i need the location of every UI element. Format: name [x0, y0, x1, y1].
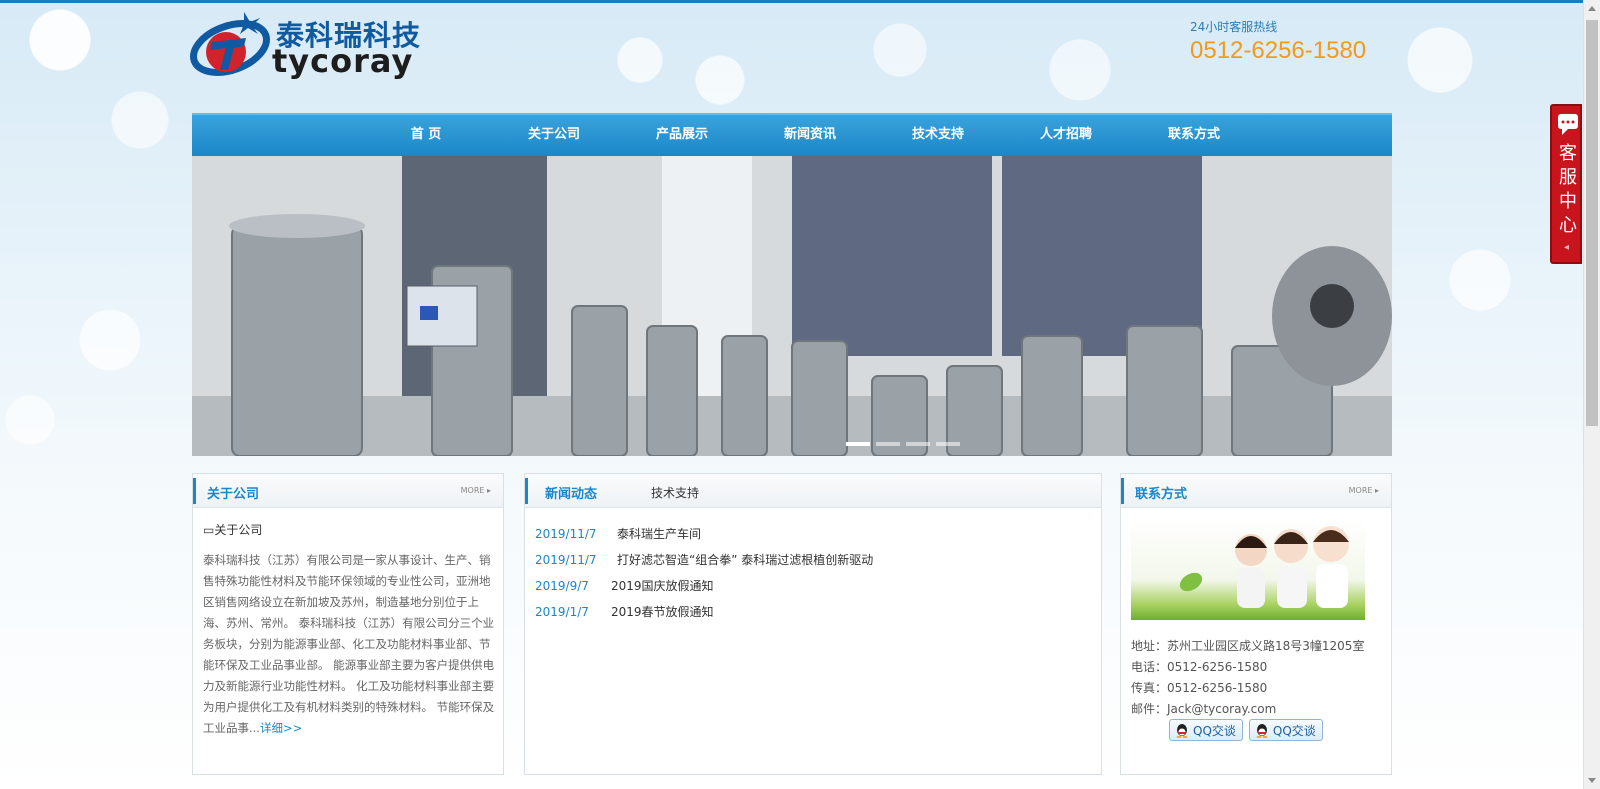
contact-title: 联系方式 [1135, 487, 1188, 502]
list-item[interactable]: 2019/11/7 泰科瑞生产车间 [535, 524, 873, 550]
logo-english-text: tycoray [272, 42, 414, 80]
qq-penguin-icon [1256, 724, 1268, 738]
news-date: 2019/11/7 [535, 553, 597, 567]
qq-chat-label: QQ交谈 [1272, 723, 1316, 738]
customer-service-float-tab[interactable]: 客服中心 ◂ [1550, 104, 1582, 264]
about-detail-link[interactable]: 详细>> [260, 721, 302, 735]
news-date: 2019/11/7 [535, 527, 597, 541]
customer-service-illustration [1179, 526, 1349, 608]
news-date: 2019/1/7 [535, 605, 589, 619]
list-item[interactable]: 2019/1/7 2019春节放假通知 [535, 602, 873, 628]
news-title[interactable]: 2019春节放假通知 [611, 602, 714, 628]
banner-pagination [846, 442, 960, 446]
panel-accent-bar [193, 478, 196, 504]
chat-bubble-icon [1558, 114, 1578, 135]
hotline-number: 0512-6256-1580 [1190, 37, 1367, 64]
news-panel-header: 新闻动态 技术支持 [525, 474, 1101, 508]
contact-panel-header: 联系方式 MORE ▸ [1121, 474, 1391, 508]
news-title[interactable]: 打好滤芯智造“组合拳” 泰科瑞过滤根植创新驱动 [617, 550, 873, 576]
nav-item-products[interactable]: 产品展示 [618, 115, 746, 156]
tab-news[interactable]: 新闻动态 [545, 483, 597, 502]
about-image: ▭关于公司 [203, 521, 262, 538]
banner-dot[interactable] [846, 442, 870, 446]
banner-dot[interactable] [876, 442, 900, 446]
qq-chat-button[interactable]: QQ交谈 [1248, 719, 1323, 741]
qq-chat-button[interactable]: QQ交谈 [1169, 719, 1243, 741]
scrollbar-thumb[interactable] [1586, 20, 1598, 426]
chevron-left-icon: ◂ [1564, 242, 1570, 253]
page-scrollbar[interactable] [1583, 0, 1600, 789]
news-title[interactable]: 2019国庆放假通知 [611, 576, 714, 602]
nav-item-careers[interactable]: 人才招聘 [1002, 115, 1130, 156]
service-label: 客服中心 [1559, 143, 1577, 236]
banner-image [192, 156, 1392, 456]
hotline: 24小时客服热线 0512-6256-1580 [1190, 18, 1366, 65]
about-panel-header: 关于公司 MORE ▸ [193, 474, 503, 508]
banner-dot[interactable] [906, 442, 930, 446]
site-logo[interactable]: 泰科瑞科技 tycoray [188, 8, 428, 84]
scroll-down-arrow-icon[interactable] [1588, 778, 1596, 783]
nav-item-news[interactable]: 新闻资讯 [746, 115, 874, 156]
about-body: 泰科瑞科技（江苏）有限公司是一家从事设计、生产、销售特殊功能性材料及节能环保领域… [203, 553, 495, 735]
main-nav: 首 页 关于公司 产品展示 新闻资讯 技术支持 人才招聘 联系方式 [192, 113, 1392, 156]
about-panel: 关于公司 MORE ▸ ▭关于公司 泰科瑞科技（江苏）有限公司是一家从事设计、生… [192, 473, 504, 775]
list-item[interactable]: 2019/9/7 2019国庆放假通知 [535, 576, 873, 602]
news-panel: 新闻动态 技术支持 2019/11/7 泰科瑞生产车间 2019/11/7 打好… [524, 473, 1102, 775]
about-image-alt: 关于公司 [214, 523, 263, 537]
panel-accent-bar [1121, 478, 1124, 504]
list-item[interactable]: 2019/11/7 打好滤芯智造“组合拳” 泰科瑞过滤根植创新驱动 [535, 550, 873, 576]
contact-panel: 联系方式 MORE ▸ 地址：苏州工业园区成义路18号3幢1205室 电话：05… [1120, 473, 1392, 775]
about-more-link[interactable]: MORE ▸ [461, 486, 491, 495]
tab-tech-support[interactable]: 技术支持 [651, 484, 699, 501]
nav-item-support[interactable]: 技术支持 [874, 115, 1002, 156]
hotline-label: 24小时客服热线 [1190, 20, 1278, 34]
contact-address: 地址：苏州工业园区成义路18号3幢1205室 [1131, 639, 1365, 653]
qq-penguin-icon [1176, 724, 1188, 738]
broken-image-icon: ▭ [203, 523, 215, 537]
contact-details: 地址：苏州工业园区成义路18号3幢1205室 电话：0512-6256-1580… [1131, 636, 1364, 720]
logo-mark-icon [190, 12, 270, 76]
hero-banner[interactable] [192, 156, 1392, 456]
nav-item-home[interactable]: 首 页 [362, 115, 490, 156]
qq-buttons: QQ交谈 QQ交谈 [1169, 719, 1323, 741]
scroll-up-arrow-icon[interactable] [1588, 6, 1596, 11]
news-title[interactable]: 泰科瑞生产车间 [617, 524, 701, 550]
contact-phone: 电话：0512-6256-1580 [1131, 660, 1268, 674]
about-title: 关于公司 [207, 487, 260, 502]
qq-chat-label: QQ交谈 [1193, 723, 1236, 738]
news-list: 2019/11/7 泰科瑞生产车间 2019/11/7 打好滤芯智造“组合拳” … [535, 524, 873, 628]
contact-fax: 传真：0512-6256-1580 [1131, 681, 1268, 695]
contact-email: 邮件：Jack@tycoray.com [1131, 702, 1277, 716]
nav-item-about[interactable]: 关于公司 [490, 115, 618, 156]
contact-more-link[interactable]: MORE ▸ [1349, 486, 1379, 495]
about-text: 泰科瑞科技（江苏）有限公司是一家从事设计、生产、销售特殊功能性材料及节能环保领域… [203, 550, 497, 739]
nav-item-contact[interactable]: 联系方式 [1130, 115, 1258, 156]
customer-service-image [1131, 520, 1365, 620]
news-date: 2019/9/7 [535, 579, 589, 593]
panel-accent-bar [525, 478, 528, 504]
banner-dot[interactable] [936, 442, 960, 446]
top-accent-line [0, 0, 1600, 3]
